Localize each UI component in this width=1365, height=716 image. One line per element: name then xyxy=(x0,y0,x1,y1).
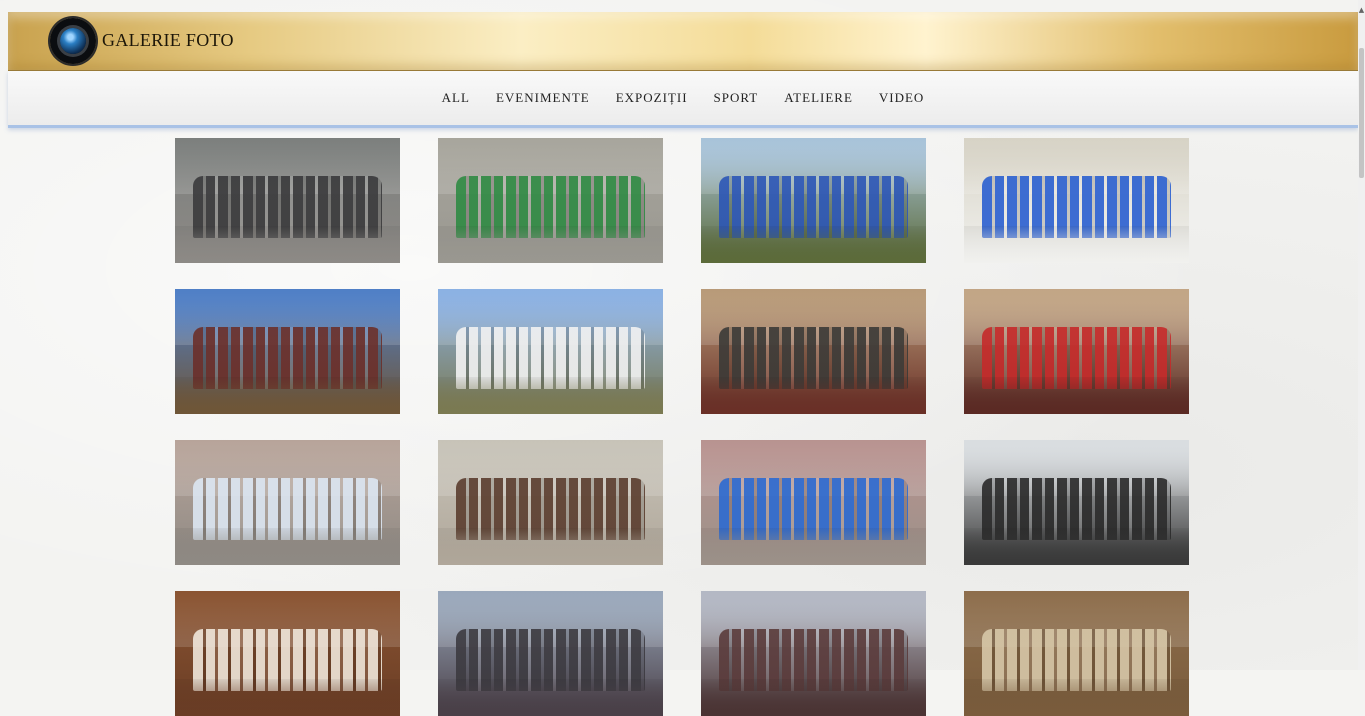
gallery-photo-award-ceremony[interactable] xyxy=(964,440,1189,565)
gallery-photo-chefs-bread[interactable] xyxy=(438,289,663,414)
gallery-photo-stage-flags[interactable] xyxy=(964,591,1189,716)
filter-expozitii[interactable]: EXPOZIȚII xyxy=(616,90,688,106)
photo-foreground xyxy=(438,226,663,264)
site-header: GALERIE FOTO xyxy=(8,12,1358,71)
gallery-photo-stage-dancers-red[interactable] xyxy=(964,289,1189,414)
lens-glass xyxy=(60,28,86,54)
gallery-photo-group-outdoor-table[interactable] xyxy=(175,138,400,263)
gallery-photo-group-hall[interactable] xyxy=(438,440,663,565)
photo-foreground xyxy=(701,226,926,264)
filter-evenimente[interactable]: EVENIMENTE xyxy=(496,90,590,106)
photo-foreground xyxy=(964,528,1189,566)
scrollbar[interactable]: ▲ xyxy=(1358,0,1365,670)
photo-foreground xyxy=(438,377,663,415)
gallery-photo-stage-performance[interactable] xyxy=(701,289,926,414)
photo-foreground xyxy=(701,679,926,716)
site-title[interactable]: GALERIE FOTO xyxy=(102,30,234,51)
photo-foreground xyxy=(175,226,400,264)
photo-foreground xyxy=(964,377,1189,415)
gallery-photo-audience-large[interactable] xyxy=(701,591,926,716)
gallery-photo-team-blue-outdoor[interactable] xyxy=(701,138,926,263)
photo-foreground xyxy=(964,226,1189,264)
gallery-photo-sport-girls-volleyball[interactable] xyxy=(701,440,926,565)
photo-foreground xyxy=(175,528,400,566)
filter-list: ALL EVENIMENTE EXPOZIȚII SPORT ATELIERE … xyxy=(8,90,1358,106)
gallery-photo-dancers-courtyard[interactable] xyxy=(438,138,663,263)
photo-foreground xyxy=(964,679,1189,716)
gallery-photo-audience-hall[interactable] xyxy=(438,591,663,716)
scrollbar-thumb[interactable] xyxy=(1359,48,1364,178)
photo-foreground xyxy=(175,377,400,415)
scroll-up-icon[interactable]: ▲ xyxy=(1358,6,1365,14)
filter-sport[interactable]: SPORT xyxy=(714,90,759,106)
camera-lens-icon[interactable] xyxy=(50,18,96,64)
filter-nav: ALL EVENIMENTE EXPOZIȚII SPORT ATELIERE … xyxy=(8,71,1358,128)
photo-foreground xyxy=(701,528,926,566)
photo-foreground xyxy=(701,377,926,415)
gallery-photo-medical-staff-group[interactable] xyxy=(175,440,400,565)
gallery-photo-stage-50-anniversary[interactable] xyxy=(175,591,400,716)
photo-foreground xyxy=(438,528,663,566)
gallery-photo-fair-stall[interactable] xyxy=(175,289,400,414)
filter-ateliere[interactable]: ATELIERE xyxy=(784,90,853,106)
filter-video[interactable]: VIDEO xyxy=(879,90,924,106)
gallery-photo-team-blue-trophies[interactable] xyxy=(964,138,1189,263)
photo-gallery xyxy=(175,138,1190,716)
photo-foreground xyxy=(438,679,663,716)
filter-all[interactable]: ALL xyxy=(442,90,470,106)
photo-foreground xyxy=(175,679,400,716)
